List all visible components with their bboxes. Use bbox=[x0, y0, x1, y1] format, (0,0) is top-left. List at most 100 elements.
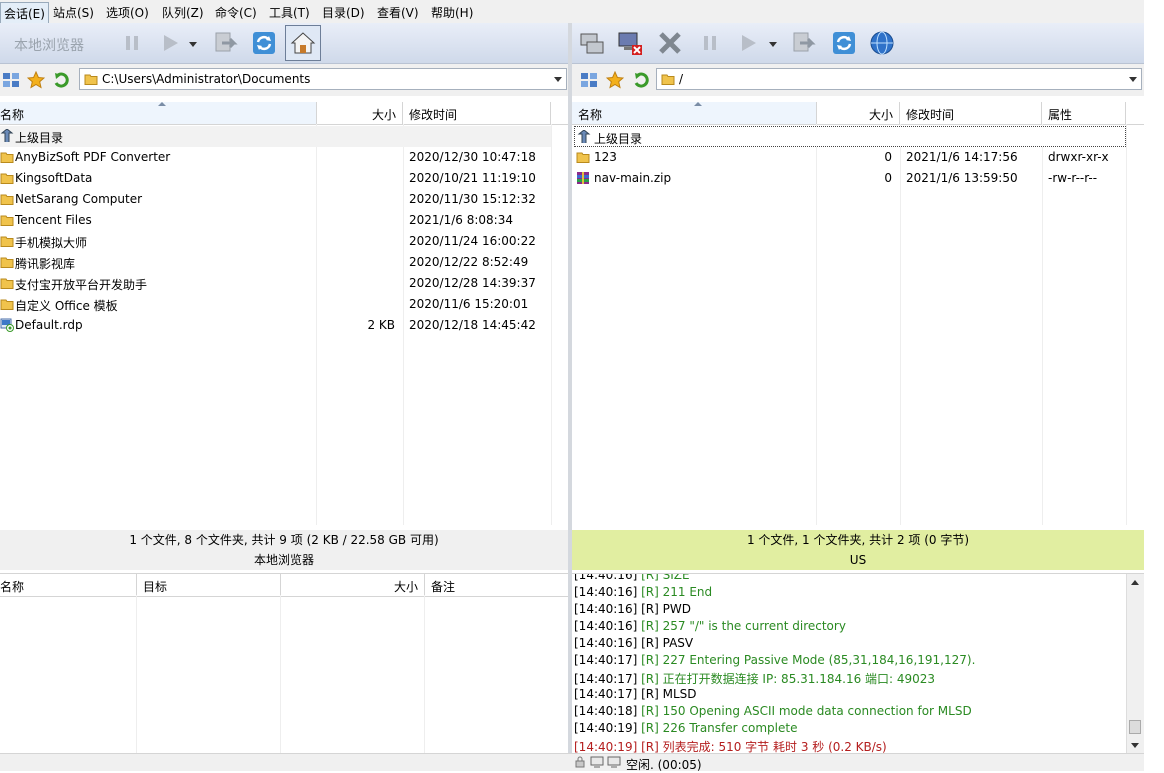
local-file-row[interactable]: 支付宝开放平台开发助手 2020/12/28 14:39:37 bbox=[0, 273, 568, 294]
menu-help[interactable]: 帮助(H) bbox=[431, 4, 473, 21]
scroll-up-icon[interactable] bbox=[1131, 580, 1139, 585]
folder-icon bbox=[0, 150, 14, 164]
globe-icon[interactable] bbox=[868, 29, 896, 57]
local-pane-title: 本地浏览器 bbox=[0, 550, 568, 570]
play-icon[interactable] bbox=[734, 29, 762, 57]
local-browser-label: 本地浏览器 bbox=[14, 38, 84, 54]
column-modified-label: 修改时间 bbox=[906, 108, 955, 122]
scroll-thumb[interactable] bbox=[1129, 720, 1141, 734]
column-attributes[interactable]: 属性 bbox=[1042, 102, 1126, 124]
local-file-row[interactable]: AnyBizSoft PDF Converter 2020/12/30 10:47… bbox=[0, 147, 568, 168]
local-path-field[interactable]: C:\Users\Administrator\Documents bbox=[79, 68, 567, 90]
log-timestamp: [14:40:16] bbox=[574, 573, 638, 582]
file-modified: 2021/1/6 8:08:34 bbox=[409, 213, 513, 227]
local-address-bar: C:\Users\Administrator\Documents bbox=[0, 64, 568, 96]
remote-file-row[interactable]: nav-main.zip 0 2021/1/6 13:59:50 -rw-r--r-- bbox=[572, 168, 1144, 189]
file-name: 123 bbox=[594, 150, 617, 164]
file-name: Default.rdp bbox=[15, 318, 83, 332]
queue-column-target-label: 目标 bbox=[143, 580, 168, 594]
file-name: NetSarang Computer bbox=[15, 192, 143, 206]
log-message: [R] 列表完成: 510 字节 耗时 3 秒 (0.2 KB/s) bbox=[641, 740, 887, 754]
view-toggle-icon[interactable] bbox=[2, 71, 20, 89]
column-modified[interactable]: 修改时间 bbox=[403, 102, 551, 124]
menu-bar: 会话(E) 站点(S) 选项(O) 队列(Z) 命令(C) 工具(T) 目录(D… bbox=[0, 0, 1144, 25]
local-file-row[interactable]: 手机模拟大师 2020/11/24 16:00:22 bbox=[0, 231, 568, 252]
up-directory-icon[interactable] bbox=[632, 71, 650, 89]
local-toolbar: 本地浏览器 bbox=[0, 23, 568, 64]
queue-column-size[interactable]: 大小 bbox=[281, 574, 425, 596]
local-file-row[interactable]: Tencent Files 2021/1/6 8:08:34 bbox=[0, 210, 568, 231]
queue-column-name-label: 名称 bbox=[0, 580, 25, 594]
refresh-transfer-icon[interactable] bbox=[212, 29, 240, 57]
pause-icon[interactable] bbox=[696, 29, 724, 57]
remote-path-field[interactable]: / bbox=[656, 68, 1142, 90]
monitor-icon bbox=[607, 756, 621, 768]
chevron-down-icon[interactable] bbox=[1129, 77, 1137, 82]
pause-icon[interactable] bbox=[118, 29, 146, 57]
refresh-transfer-icon[interactable] bbox=[790, 29, 818, 57]
bookmark-star-icon[interactable] bbox=[26, 70, 46, 89]
log-line: [14:40:16] [R] PASV bbox=[574, 636, 693, 650]
queue-column-note[interactable]: 备注 bbox=[425, 574, 568, 596]
window-edge bbox=[1144, 0, 1164, 770]
sort-ascending-icon bbox=[694, 102, 702, 106]
menu-directory[interactable]: 目录(D) bbox=[322, 4, 365, 21]
queue-column-name[interactable]: 名称 bbox=[0, 574, 137, 596]
file-name: 手机模拟大师 bbox=[15, 236, 88, 250]
play-dropdown-icon[interactable] bbox=[766, 29, 780, 57]
file-modified: 2021/1/6 14:17:56 bbox=[906, 150, 1018, 164]
play-icon[interactable] bbox=[156, 29, 184, 57]
menu-tools[interactable]: 工具(T) bbox=[269, 4, 310, 21]
log-timestamp: [14:40:16] bbox=[574, 636, 638, 650]
menu-queue[interactable]: 队列(Z) bbox=[162, 4, 204, 21]
home-icon[interactable] bbox=[285, 25, 321, 61]
local-path-text: C:\Users\Administrator\Documents bbox=[102, 72, 311, 86]
remote-list-header: 名称 大小 修改时间 属性 bbox=[572, 102, 1144, 125]
remote-status-summary: 1 个文件, 1 个文件夹, 共计 2 项 (0 字节) bbox=[572, 530, 1144, 550]
remote-toolbar bbox=[572, 23, 1144, 64]
column-modified[interactable]: 修改时间 bbox=[900, 102, 1042, 124]
file-modified: 2020/12/18 14:45:42 bbox=[409, 318, 536, 332]
column-name[interactable]: 名称 bbox=[572, 102, 817, 124]
connect-icon[interactable] bbox=[578, 29, 606, 57]
bookmark-star-icon[interactable] bbox=[605, 70, 625, 89]
menu-session[interactable]: 会话(E) bbox=[0, 2, 49, 25]
menu-options[interactable]: 选项(O) bbox=[106, 4, 149, 21]
folder-icon bbox=[0, 297, 14, 311]
local-file-row[interactable]: NetSarang Computer 2020/11/30 15:12:32 bbox=[0, 189, 568, 210]
parent-directory-row[interactable]: 上级目录 bbox=[574, 126, 1126, 147]
log-timestamp: [14:40:19] bbox=[574, 740, 638, 754]
column-name-label: 名称 bbox=[0, 108, 25, 122]
log-timestamp: [14:40:19] bbox=[574, 721, 638, 735]
view-toggle-icon[interactable] bbox=[580, 71, 598, 89]
scroll-down-icon[interactable] bbox=[1131, 743, 1139, 748]
queue-column-note-label: 备注 bbox=[431, 580, 456, 594]
local-file-row[interactable]: KingsoftData 2020/10/21 11:19:10 bbox=[0, 168, 568, 189]
menu-view[interactable]: 查看(V) bbox=[377, 4, 419, 21]
disconnect-icon[interactable] bbox=[616, 29, 644, 57]
up-arrow-icon bbox=[577, 129, 591, 144]
local-file-row[interactable]: 自定义 Office 模板 2020/11/6 15:20:01 bbox=[0, 294, 568, 315]
column-size[interactable]: 大小 bbox=[817, 102, 900, 124]
menu-commands[interactable]: 命令(C) bbox=[215, 4, 257, 21]
chevron-down-icon[interactable] bbox=[554, 77, 562, 82]
cancel-icon[interactable] bbox=[656, 29, 684, 57]
parent-directory-row[interactable]: 上级目录 bbox=[0, 126, 551, 147]
file-attributes: -rw-r--r-- bbox=[1048, 171, 1098, 185]
file-modified: 2021/1/6 13:59:50 bbox=[906, 171, 1018, 185]
refresh-icon[interactable] bbox=[250, 29, 278, 57]
menu-sites[interactable]: 站点(S) bbox=[53, 4, 94, 21]
refresh-icon[interactable] bbox=[830, 29, 858, 57]
column-name[interactable]: 名称 bbox=[0, 102, 317, 124]
up-directory-icon[interactable] bbox=[52, 71, 70, 89]
remote-file-row[interactable]: 123 0 2021/1/6 14:17:56 drwxr-xr-x bbox=[572, 147, 1144, 168]
log-scrollbar[interactable] bbox=[1126, 574, 1144, 754]
file-modified: 2020/12/22 8:52:49 bbox=[409, 255, 529, 269]
column-size[interactable]: 大小 bbox=[317, 102, 403, 124]
log-line: [14:40:16] [R] SIZE bbox=[574, 573, 690, 582]
play-dropdown-icon[interactable] bbox=[186, 29, 200, 57]
queue-column-target[interactable]: 目标 bbox=[137, 574, 281, 596]
local-file-row[interactable]: 腾讯影视库 2020/12/22 8:52:49 bbox=[0, 252, 568, 273]
file-size: 2 KB bbox=[367, 318, 395, 332]
local-file-row[interactable]: Default.rdp 2 KB 2020/12/18 14:45:42 bbox=[0, 315, 568, 336]
